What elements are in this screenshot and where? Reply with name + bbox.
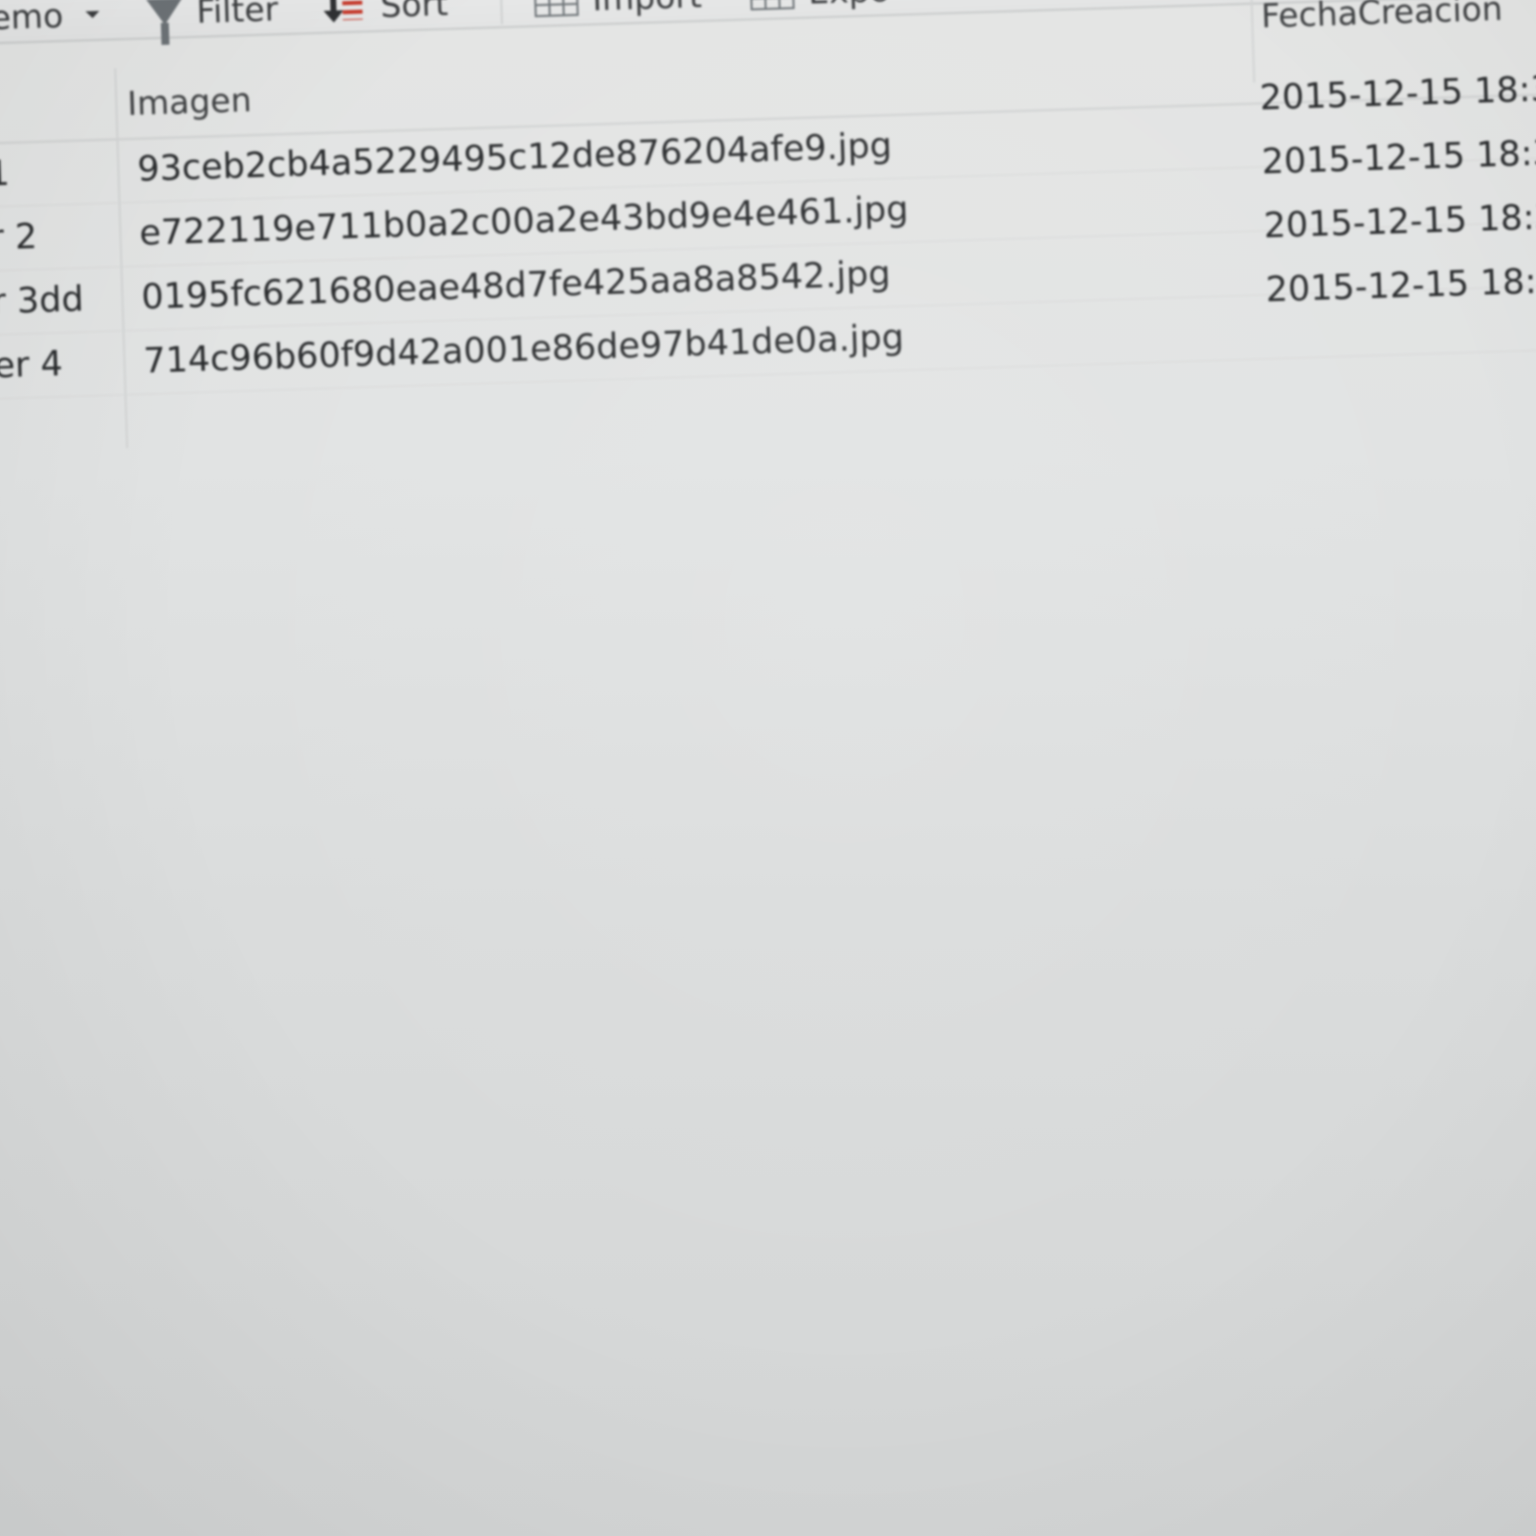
row-name-cell[interactable]: r 3dd [0, 267, 112, 335]
memo-dropdown-label: emo [0, 0, 64, 37]
column-header-name[interactable] [0, 69, 106, 143]
row-fecha-cell[interactable]: 2015-12-15 18:3 [1263, 183, 1536, 258]
import-label: Import [592, 0, 703, 18]
chevron-down-icon [85, 10, 100, 18]
sort-icon [326, 0, 367, 27]
import-button[interactable]: Import [533, 0, 702, 25]
table-editor-view: emo Filter Sort Import Expo [0, 0, 1536, 1536]
export-button[interactable]: Expo [749, 0, 890, 18]
screen: emo Filter Sort Import Expo [0, 0, 1536, 1536]
row-fecha-cell[interactable]: 2015-12-15 18:3 [1261, 119, 1536, 194]
sort-button[interactable]: Sort [326, 0, 449, 32]
import-icon [533, 0, 579, 18]
sort-label: Sort [379, 0, 449, 25]
export-icon [749, 0, 795, 11]
row-name-cell[interactable]: 1 [0, 139, 108, 207]
column-header-fechacreacion[interactable]: FechaCreacion [1260, 0, 1536, 50]
filter-label: Filter [195, 0, 279, 31]
toolbar-divider [499, 0, 504, 25]
row-name-cell[interactable]: r 2 [0, 203, 110, 271]
filter-icon [146, 0, 183, 26]
row-name-cell[interactable]: er 4 [0, 331, 114, 399]
export-label: Expo [808, 0, 891, 11]
row-fecha-cell[interactable]: 2015-12-15 18:3 [1259, 55, 1536, 130]
row-fecha-cell[interactable]: 2015-12-15 18:31 [1265, 247, 1536, 322]
memo-dropdown[interactable]: emo [0, 0, 100, 42]
filter-button[interactable]: Filter [146, 0, 279, 37]
